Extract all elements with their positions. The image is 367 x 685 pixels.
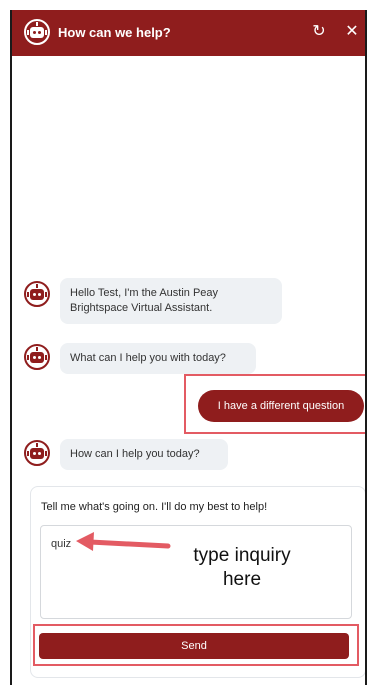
bot-icon (24, 344, 50, 370)
input-prompt: Tell me what's going on. I'll do my best… (41, 501, 268, 513)
chat-window: How can we help? ↻ ✕ Hello Test, I'm the… (10, 10, 367, 685)
annotation-arrow-icon (76, 532, 171, 551)
bot-icon (24, 19, 50, 45)
send-button[interactable]: Send (39, 633, 349, 659)
chat-title: How can we help? (58, 25, 171, 40)
close-icon[interactable]: ✕ (342, 22, 362, 42)
bot-message: Hello Test, I'm the Austin Peay Brightsp… (60, 278, 282, 324)
bot-icon (24, 281, 50, 307)
bot-avatar (24, 344, 50, 370)
bot-avatar (24, 440, 50, 466)
header-avatar (24, 19, 50, 45)
bot-icon (24, 440, 50, 466)
bot-message: How can I help you today? (60, 439, 228, 470)
different-question-button[interactable]: I have a different question (198, 390, 364, 422)
chat-header: How can we help? ↻ ✕ (12, 10, 365, 56)
annotation-text: type inquiry here (193, 545, 291, 590)
bot-avatar (24, 281, 50, 307)
refresh-icon[interactable]: ↻ (309, 22, 329, 42)
bot-message: What can I help you with today? (60, 343, 256, 374)
